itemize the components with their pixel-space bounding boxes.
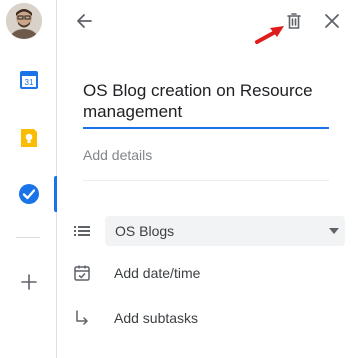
list-select-value: OS Blogs [115, 223, 175, 239]
details-input[interactable]: Add details [83, 147, 152, 163]
rail-divider [16, 237, 40, 238]
task-title-input[interactable]: OS Blog creation on Resource management [83, 80, 331, 122]
calendar-check-icon [74, 265, 90, 281]
trash-icon[interactable] [283, 10, 305, 32]
caret-down-icon [329, 228, 339, 234]
keep-app-icon[interactable] [18, 127, 40, 149]
add-addon-icon[interactable] [18, 271, 40, 293]
title-focus-underline [83, 127, 329, 129]
list-icon [74, 226, 90, 236]
arrow-left-icon[interactable] [73, 10, 95, 32]
add-subtasks-button[interactable]: Add subtasks [114, 310, 198, 326]
avatar[interactable] [6, 3, 42, 39]
subtask-arrow-icon [76, 310, 88, 325]
avatar-image [6, 3, 42, 39]
side-rail: 31 [0, 0, 57, 358]
close-icon[interactable] [321, 10, 343, 32]
add-datetime-button[interactable]: Add date/time [114, 265, 200, 281]
details-underline [83, 180, 329, 181]
task-editor-panel: OS Blog creation on Resource management … [57, 0, 357, 358]
calendar-app-icon[interactable]: 31 [18, 69, 40, 91]
tasks-app-icon[interactable] [18, 183, 40, 205]
svg-text:31: 31 [25, 78, 34, 87]
list-select[interactable]: OS Blogs [105, 216, 345, 246]
